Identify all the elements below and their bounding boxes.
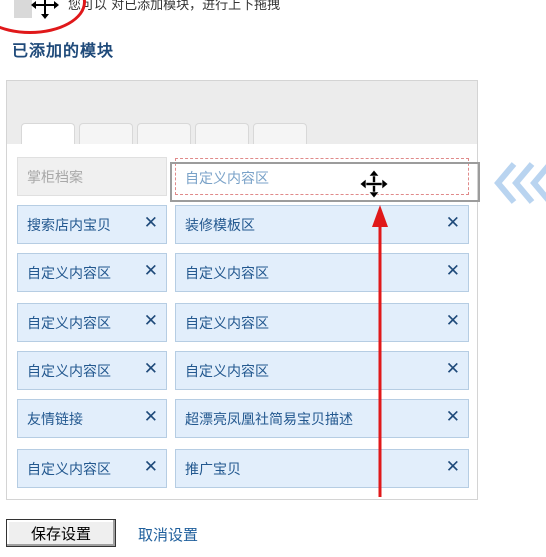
tab-2[interactable]: [79, 123, 133, 144]
module-item[interactable]: 自定义内容区 ✕: [175, 303, 469, 342]
remove-icon[interactable]: ✕: [446, 214, 460, 232]
module-item[interactable]: 自定义内容区 ✕: [175, 351, 469, 390]
remove-icon[interactable]: ✕: [144, 408, 158, 426]
remove-icon[interactable]: ✕: [446, 262, 460, 280]
section-title: 已添加的模块: [12, 41, 115, 60]
tab-3[interactable]: [137, 123, 191, 144]
module-item[interactable]: 自定义内容区 ✕: [17, 449, 167, 488]
drop-target-outline: [170, 162, 480, 202]
remove-icon[interactable]: ✕: [144, 312, 158, 330]
module-item[interactable]: 搜索店内宝贝 ✕: [17, 205, 167, 244]
module-label: 搜索店内宝贝: [27, 218, 111, 234]
tab-1[interactable]: [21, 123, 75, 144]
module-item[interactable]: 自定义内容区 ✕: [17, 253, 167, 292]
module-static: 掌柜档案: [17, 157, 167, 196]
module-label: 自定义内容区: [27, 462, 111, 478]
remove-icon[interactable]: ✕: [144, 262, 158, 280]
remove-icon[interactable]: ✕: [446, 312, 460, 330]
module-item[interactable]: 自定义内容区 ✕: [17, 303, 167, 342]
tab-4[interactable]: [195, 123, 249, 144]
module-label: 友情链接: [27, 412, 83, 428]
arrow-up-icon: [372, 205, 388, 497]
module-label: 自定义内容区: [185, 364, 269, 380]
tab-bar: [7, 81, 477, 144]
save-button[interactable]: 保存设置: [6, 519, 116, 547]
module-label: 自定义内容区: [27, 266, 111, 282]
remove-icon[interactable]: ✕: [144, 214, 158, 232]
remove-icon[interactable]: ✕: [144, 458, 158, 476]
module-item[interactable]: 推广宝贝 ✕: [175, 449, 469, 488]
module-item[interactable]: 装修模板区 ✕: [175, 205, 469, 244]
module-label: 自定义内容区: [27, 316, 111, 332]
drag-hint: 您可以 对已添加模块，进行上下拖拽: [0, 0, 546, 34]
module-label: 自定义内容区: [185, 316, 269, 332]
remove-icon[interactable]: ✕: [446, 458, 460, 476]
remove-icon[interactable]: ✕: [446, 360, 460, 378]
module-item[interactable]: 友情链接 ✕: [17, 399, 167, 438]
remove-icon[interactable]: ✕: [144, 360, 158, 378]
module-label: 掌柜档案: [27, 170, 83, 186]
move-icon: [360, 170, 388, 198]
remove-icon[interactable]: ✕: [446, 408, 460, 426]
module-layout-panel: 掌柜档案 自定义内容区 搜索店内宝贝 ✕ 装修模板区 ✕ 自定义内容区 ✕ 自定…: [6, 80, 478, 500]
module-label: 推广宝贝: [185, 462, 241, 478]
module-item[interactable]: 自定义内容区 ✕: [17, 351, 167, 390]
module-label: 装修模板区: [185, 218, 255, 234]
chevron-left-icon: [494, 162, 546, 204]
module-label: 超漂亮凤凰社简易宝贝描述: [185, 412, 353, 428]
annotation-circle: [0, 0, 86, 34]
module-label: 自定义内容区: [185, 266, 269, 282]
cancel-link[interactable]: 取消设置: [138, 524, 198, 545]
module-item[interactable]: 超漂亮凤凰社简易宝贝描述 ✕: [175, 399, 469, 438]
tab-5[interactable]: [253, 123, 307, 144]
module-label: 自定义内容区: [27, 364, 111, 380]
drag-hint-text: 您可以 对已添加模块，进行上下拖拽: [68, 0, 281, 13]
module-item[interactable]: 自定义内容区 ✕: [175, 253, 469, 292]
